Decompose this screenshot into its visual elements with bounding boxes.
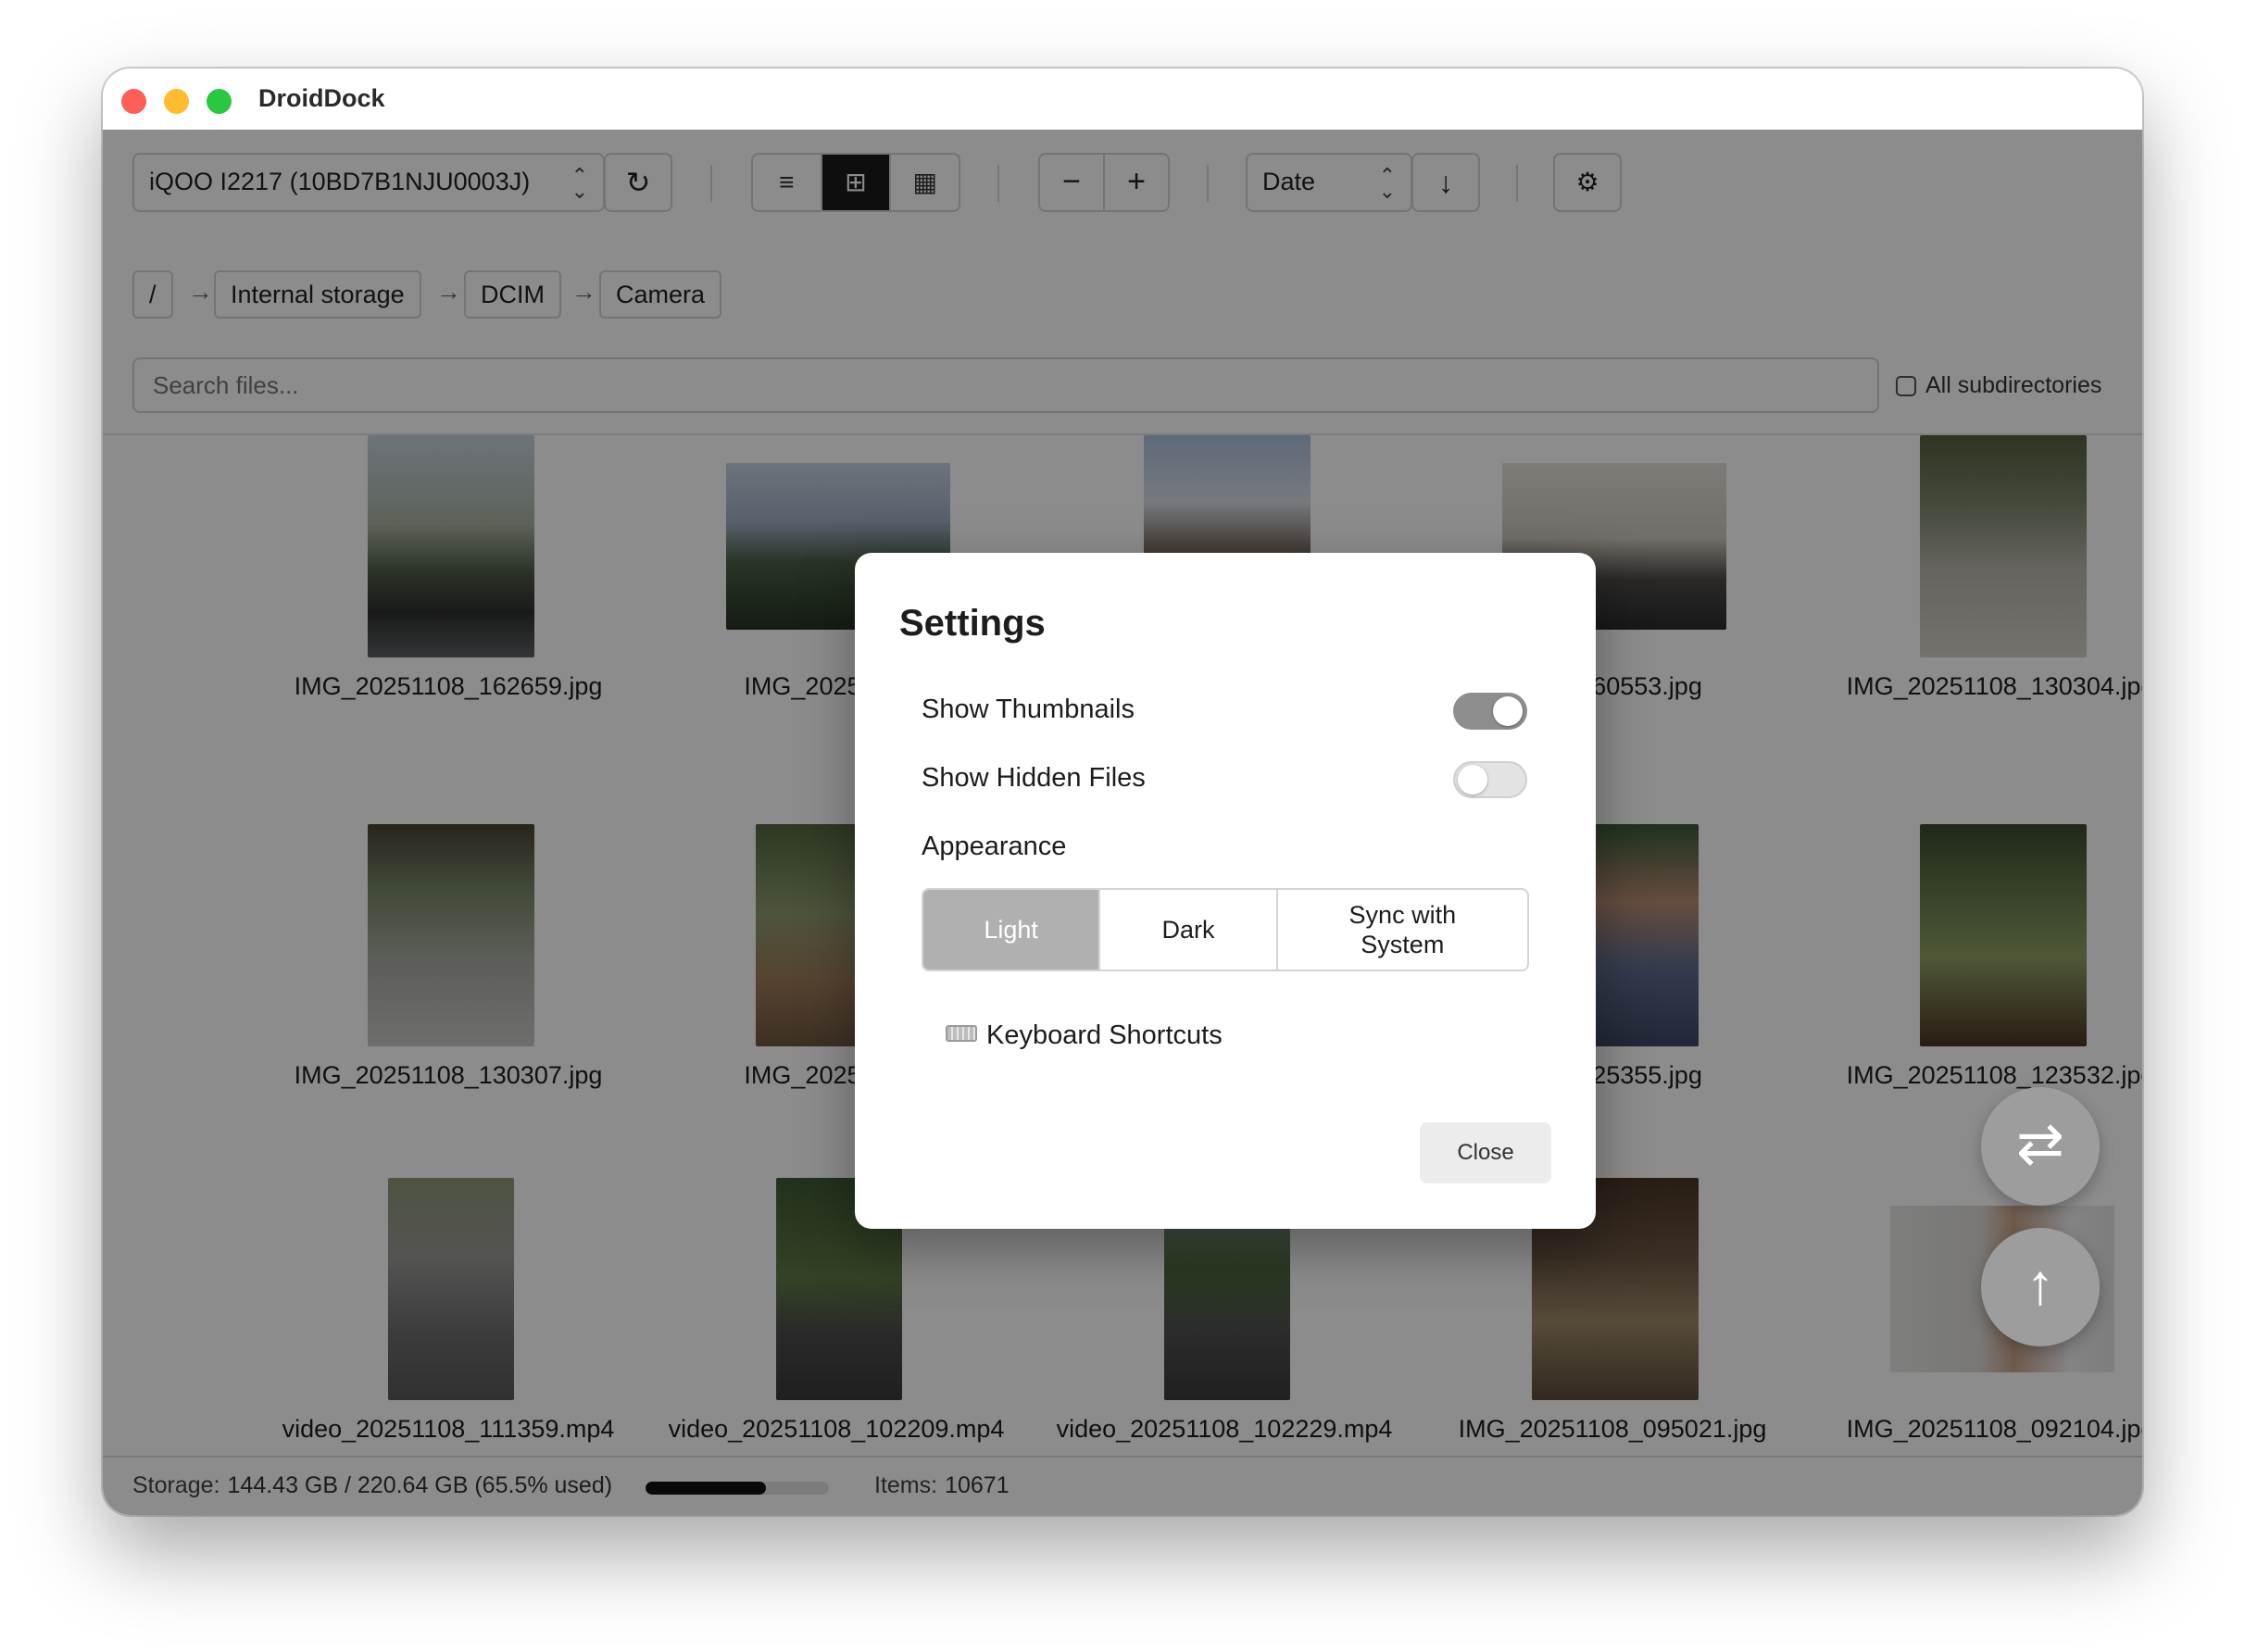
toggle-knob xyxy=(1493,696,1523,726)
settings-dialog: Settings Show Thumbnails Show Hidden Fil… xyxy=(855,553,1596,1229)
appearance-system-option[interactable]: Sync with System xyxy=(1278,890,1527,970)
show-thumbnails-label: Show Thumbnails xyxy=(922,695,1135,724)
scroll-to-top-button[interactable]: ↑ xyxy=(1981,1228,2100,1346)
show-thumbnails-toggle[interactable] xyxy=(1453,693,1527,730)
close-button[interactable]: Close xyxy=(1420,1122,1551,1183)
toggle-knob xyxy=(1458,765,1487,795)
window-title: DroidDock xyxy=(258,84,385,112)
swap-arrows-icon: ⇄ xyxy=(2016,1112,2064,1176)
dialog-title: Settings xyxy=(899,603,1046,644)
title-bar: DroidDock xyxy=(103,69,2142,130)
keyboard-shortcuts-link[interactable]: Keyboard Shortcuts xyxy=(946,1020,1223,1051)
appearance-segmented-control: Light Dark Sync with System xyxy=(922,888,1529,971)
close-window-button[interactable] xyxy=(121,89,146,114)
appearance-light-option[interactable]: Light xyxy=(923,890,1101,970)
keyboard-shortcuts-label: Keyboard Shortcuts xyxy=(986,1020,1223,1050)
show-hidden-files-toggle[interactable] xyxy=(1453,761,1527,798)
minimize-window-button[interactable] xyxy=(164,89,189,114)
transfer-button[interactable]: ⇄ xyxy=(1981,1087,2100,1206)
arrow-up-icon: ↑ xyxy=(2026,1253,2055,1317)
app-window: DroidDock iQOO I2217 (10BD7B1NJU0003J) ⌃… xyxy=(103,69,2142,1515)
appearance-dark-option[interactable]: Dark xyxy=(1100,890,1278,970)
keyboard-icon xyxy=(946,1025,977,1042)
zoom-window-button[interactable] xyxy=(207,89,232,114)
show-hidden-files-label: Show Hidden Files xyxy=(922,763,1146,793)
appearance-label: Appearance xyxy=(922,832,1067,861)
